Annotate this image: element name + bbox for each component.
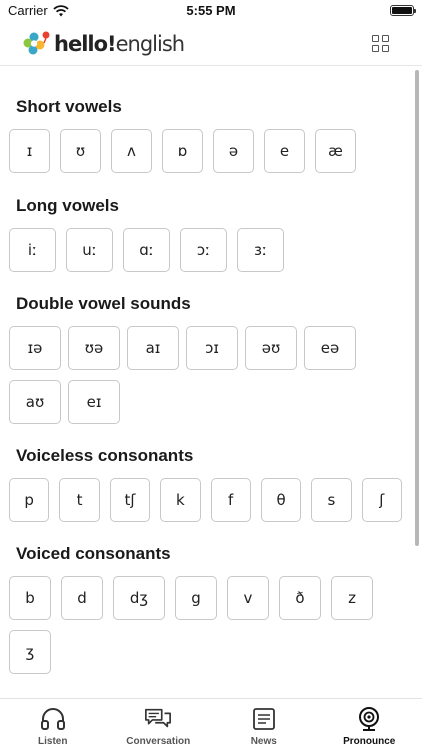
section-double-vowel-sounds: Double vowel sounds ɪə ʊə aɪ ɔɪ əʊ eə aʊ… [0, 292, 412, 434]
section-long-vowels: Long vowels iː uː ɑː ɔː ɜː [0, 194, 294, 282]
tab-bar: Listen Conversation News Pronounce [0, 698, 422, 750]
battery-icon [390, 5, 416, 16]
section-title: Long vowels [16, 196, 119, 215]
tab-pronounce[interactable]: Pronounce [317, 699, 422, 750]
sound-key[interactable]: b [9, 576, 51, 620]
chat-icon [144, 705, 172, 733]
sound-key[interactable]: k [160, 478, 201, 522]
sound-key[interactable]: ʊ [60, 129, 101, 173]
flower-logo-icon [23, 31, 50, 55]
sound-key[interactable]: ɜː [237, 228, 284, 272]
app-header: hello!english [0, 22, 422, 66]
logo-text: hello!english [54, 32, 185, 56]
sound-keys: ɪ ʊ ʌ ɒ ə e æ [9, 129, 366, 183]
sound-key[interactable]: ʊə [68, 326, 120, 370]
sound-key[interactable]: ɪə [9, 326, 61, 370]
sound-keys: p t tʃ k f θ s ʃ [9, 478, 412, 532]
scrollbar[interactable] [415, 70, 419, 546]
sound-key[interactable]: d [61, 576, 103, 620]
section-title: Short vowels [16, 97, 122, 116]
logo-text-bold: hello! [54, 32, 117, 56]
sound-key[interactable]: ʌ [111, 129, 152, 173]
section-title: Voiceless consonants [16, 446, 194, 465]
tab-label: Pronounce [343, 736, 396, 747]
section-voiced-consonants: Voiced consonants b d dʒ g v ð z ʒ [0, 542, 412, 684]
sound-key[interactable]: eɪ [68, 380, 120, 424]
sound-chart-content: Short vowels ɪ ʊ ʌ ɒ ə e æ Long vowels i… [0, 67, 412, 698]
tab-label: Listen [38, 736, 68, 747]
sound-key[interactable]: g [175, 576, 217, 620]
tab-label: Conversation [126, 736, 191, 747]
sound-key[interactable]: θ [260, 478, 302, 522]
sound-key[interactable]: ʒ [9, 630, 51, 674]
sound-keys: iː uː ɑː ɔː ɜː [9, 228, 294, 282]
tab-label: News [250, 736, 277, 747]
news-icon [250, 705, 278, 733]
sound-keys: b d dʒ g v ð z ʒ [9, 576, 412, 684]
tab-listen[interactable]: Listen [0, 699, 106, 750]
section-title: Double vowel sounds [16, 294, 191, 313]
sound-key[interactable]: eə [304, 326, 356, 370]
tab-news[interactable]: News [211, 699, 317, 750]
app-logo: hello!english [22, 26, 185, 62]
sound-key[interactable]: ə [213, 129, 254, 173]
sound-key[interactable]: æ [315, 129, 356, 173]
grid-menu-icon[interactable] [372, 35, 389, 52]
status-bar: Carrier 5:55 PM [0, 0, 422, 22]
sound-key[interactable]: v [227, 576, 269, 620]
sound-key[interactable]: ɪ [9, 129, 50, 173]
sound-key[interactable]: aʊ [9, 380, 61, 424]
tab-conversation[interactable]: Conversation [106, 699, 212, 750]
sound-key[interactable]: ɔː [180, 228, 227, 272]
sound-key[interactable]: ɔɪ [186, 326, 238, 370]
sound-key[interactable]: ɒ [162, 129, 203, 173]
section-short-vowels: Short vowels ɪ ʊ ʌ ɒ ə e æ [0, 95, 366, 183]
sound-key[interactable]: dʒ [113, 576, 165, 620]
sound-key[interactable]: tʃ [109, 478, 151, 522]
status-time: 5:55 PM [186, 3, 236, 18]
sound-key[interactable]: s [311, 478, 352, 522]
webcam-icon [355, 705, 383, 733]
section-voiceless-consonants: Voiceless consonants p t tʃ k f θ s ʃ [0, 444, 412, 532]
sound-key[interactable]: z [331, 576, 373, 620]
sound-key[interactable]: t [59, 478, 100, 522]
sound-key[interactable]: iː [9, 228, 56, 272]
sound-key[interactable]: e [264, 129, 305, 173]
sound-keys: ɪə ʊə aɪ ɔɪ əʊ eə aʊ eɪ [9, 326, 412, 434]
sound-key[interactable]: p [9, 478, 50, 522]
sound-key[interactable]: aɪ [127, 326, 179, 370]
sound-key[interactable]: əʊ [245, 326, 297, 370]
sound-key[interactable]: uː [66, 228, 113, 272]
sound-key[interactable]: ɑː [123, 228, 170, 272]
section-title: Voiced consonants [16, 544, 171, 563]
sound-key[interactable]: ð [279, 576, 321, 620]
logo-text-light: english [115, 32, 185, 56]
headphones-icon [39, 705, 67, 733]
sound-key[interactable]: f [210, 478, 251, 522]
sound-key[interactable]: ʃ [361, 478, 402, 522]
